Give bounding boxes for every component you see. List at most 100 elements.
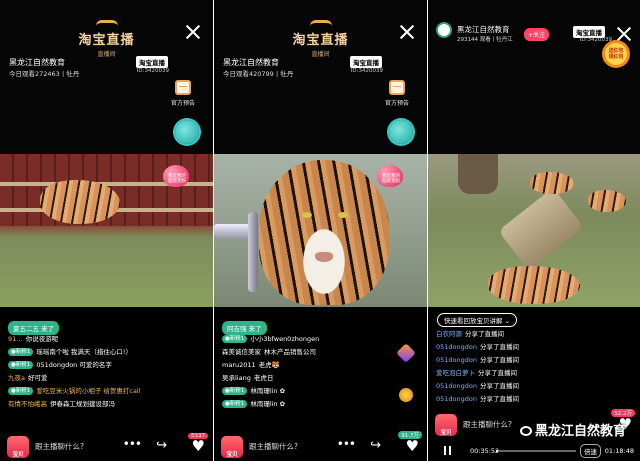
comment-text: 好可爱 [27, 374, 48, 382]
comment-text: 老虎日 [253, 374, 274, 382]
fan-heart-badge[interactable]: 我是我的 超级宠粉 [377, 165, 405, 191]
total-time: 01:18:48 [604, 447, 634, 455]
bottom-bar: 宝贝 跟主播聊什么? ••• ↪ 91.7万 ♥ [214, 431, 427, 461]
official-preview-button[interactable]: 官方预告 [167, 80, 199, 107]
share-icon[interactable]: ↪ [370, 438, 381, 453]
replay-panel: 黑龙江自然教育 293144 观看丨牡丹江 +关注 淘宝直播 ID:342003… [428, 0, 640, 461]
tree-trunk [458, 154, 498, 194]
comment-text: 林雨珊lin ✿ [250, 400, 286, 408]
red-packet-button[interactable]: 送红包 领红包 [602, 40, 630, 68]
comment-user: maru2011 [222, 361, 256, 369]
comment-item: 051dongdon 分享了直播间 [436, 341, 610, 354]
comment-user: 有情不怕峨高 [8, 400, 47, 408]
comment-list: 白衣阿源 分享了直播间 051dongdon 分享了直播间 051dongdon 分享… [436, 328, 610, 406]
gift-wand-icon[interactable] [396, 343, 416, 363]
tiger-cub-image [40, 180, 120, 224]
quick-replay-button[interactable]: 快速看回放宝贝讲解 ⌄ [437, 313, 518, 327]
comment-user: 051dongdon [436, 356, 477, 364]
comment-text: 你说夜游呢 [25, 335, 59, 343]
comment-text: 伊春森工规划建设部冯 [50, 400, 115, 408]
playback-bar: 00:35:52 倍速 01:18:48 [428, 439, 640, 461]
preview-label: 官方预告 [384, 100, 409, 107]
crown-icon [95, 20, 118, 28]
avatar[interactable] [436, 22, 452, 38]
comment-text: 爱吃豆米火锅的小相子 给贺惠打call [36, 387, 141, 395]
comment-item: 白衣阿源 分享了直播间 [436, 328, 610, 341]
tiger-cub-image [488, 266, 580, 304]
bottom-bar: 宝贝 跟主播聊什么? ••• ↪ 5537 ♥ [0, 433, 213, 461]
shop-bag-button[interactable]: 宝贝 [435, 414, 457, 436]
comment-item: ●新粉1 瑶瑶南个啦 我满天（措住心口!） [8, 346, 185, 359]
like-heart-icon[interactable]: ♥ [192, 437, 205, 455]
comment-list: 91… 你说夜游呢 ●新粉1 瑶瑶南个啦 我满天（措住心口!） ●新粉1 051don… [8, 333, 185, 411]
gift-medal-icon[interactable] [399, 388, 413, 402]
official-preview-button[interactable]: 官方预告 [381, 80, 413, 107]
speed-button[interactable]: 倍速 [580, 444, 601, 458]
watermark: 黑龙江自然教育 [519, 420, 626, 439]
comment-item: maru2011 老虎🐯 [222, 359, 399, 372]
comment-user: 051dongdon [436, 343, 477, 351]
activity-bubble-icon[interactable] [175, 120, 199, 144]
calendar-icon [175, 80, 191, 95]
comment-item: ●新粉1 林雨珊lin ✿ [222, 398, 399, 411]
shop-bag-button[interactable]: 宝贝 [7, 436, 29, 458]
comment-text: 老虎🐯 [258, 361, 280, 369]
taobao-live-logo: 淘宝直播 直播间 [292, 20, 348, 58]
comment-text: 小小3bfwen0zhongen [250, 335, 320, 343]
progress-bar[interactable] [496, 450, 576, 452]
level-badge: ●新粉1 [222, 335, 248, 343]
more-icon[interactable]: ••• [123, 437, 142, 451]
comment-item: ●新粉1 小小3bfwen0zhongen [222, 333, 399, 346]
activity-bubble-icon[interactable] [389, 120, 413, 144]
comment-text: 分享了直播间 [479, 343, 519, 351]
comment-item: ●新粉1 爱吃豆米火锅的小相子 给贺惠打call [8, 385, 185, 398]
host-name[interactable]: 黑龙江自然教育 [223, 57, 279, 68]
comment-user: 91… [8, 335, 23, 343]
chat-input[interactable]: 跟主播聊什么? [35, 441, 84, 452]
share-icon[interactable]: ↪ [156, 438, 167, 453]
comment-text: 瑶瑶南个啦 我满天（措住心口!） [36, 348, 132, 356]
shop-label: 宝贝 [440, 430, 452, 436]
tiger-eye [338, 212, 348, 218]
comment-user: 吴承liang [222, 374, 251, 382]
shop-bag-button[interactable]: 宝贝 [221, 436, 243, 458]
pause-icon[interactable] [444, 446, 451, 455]
video-frame[interactable] [428, 154, 640, 307]
comment-user: 森美诚信美家 [222, 348, 261, 356]
more-icon[interactable]: ••• [337, 437, 356, 451]
logo-text: 淘宝直播 [292, 33, 349, 48]
host-name[interactable]: 黑龙江自然教育 [9, 57, 65, 68]
taobao-live-badge: 淘宝直播 [350, 56, 382, 68]
view-stats: 293144 观看丨牡丹江 [457, 37, 513, 43]
shop-label: 宝贝 [226, 452, 238, 458]
comment-user: 051dongdon [436, 382, 477, 390]
host-name[interactable]: 黑龙江自然教育 [457, 24, 510, 35]
taobao-live-badge: 淘宝直播 [136, 56, 168, 68]
level-badge: ●新粉1 [222, 387, 248, 395]
comment-item: 051dongdon 分享了直播间 [436, 380, 610, 393]
chat-input[interactable]: 跟主播聊什么? [463, 419, 512, 430]
progress-fill [496, 450, 499, 452]
like-heart-icon[interactable]: ♥ [406, 437, 419, 455]
preview-label: 官方预告 [170, 100, 195, 107]
comment-text: 051dongdon 可爱的名字 [36, 361, 112, 369]
comment-text: 林木产品销售公司 [264, 348, 316, 356]
view-stats: 今日观看272463丨牡丹 [9, 70, 80, 78]
comment-item: 森美诚信美家 林木产品销售公司 [222, 346, 399, 359]
level-badge: ●新粉1 [8, 387, 34, 395]
heart-badge-text: 我是我的 超级宠粉 [168, 174, 186, 184]
follow-button[interactable]: +关注 [524, 28, 550, 41]
fan-heart-badge[interactable]: 我是我的 超级宠粉 [163, 165, 191, 191]
chat-input[interactable]: 跟主播聊什么? [249, 441, 298, 452]
level-badge: ●新粉1 [8, 348, 34, 356]
logo-subtext: 直播间 [97, 51, 116, 58]
close-icon[interactable] [399, 24, 415, 40]
comment-list: ●新粉1 小小3bfwen0zhongen 森美诚信美家 林木产品销售公司 maru… [222, 333, 399, 411]
room-id: ID:3420039 [136, 68, 169, 74]
level-badge: ●新粉1 [8, 361, 34, 369]
comment-text: 林雨珊lin ✿ [250, 387, 286, 395]
comment-user: 爱吃泡白萝卜 [436, 369, 475, 377]
close-icon[interactable] [185, 24, 201, 40]
comment-item: 九夜a 好可爱 [8, 372, 185, 385]
comment-text: 分享了直播间 [479, 356, 519, 364]
